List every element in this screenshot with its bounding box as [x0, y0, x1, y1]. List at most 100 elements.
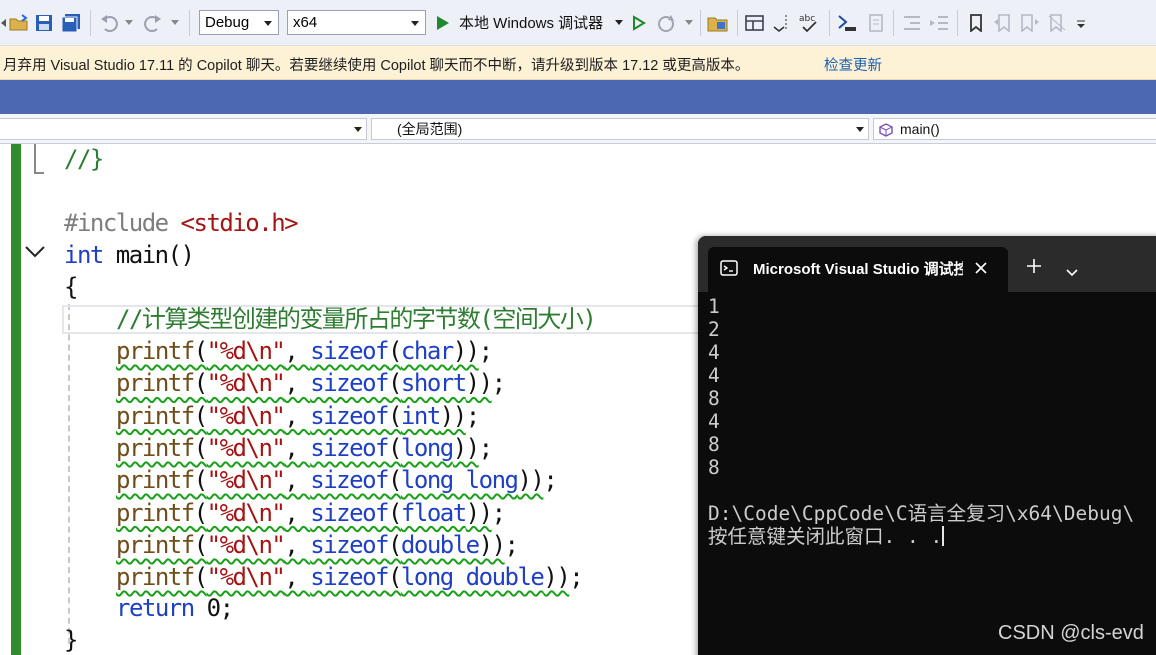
format-string: "%d\n"	[206, 466, 286, 495]
semicolon: ;	[491, 369, 506, 398]
code-line-return: return 0;	[116, 593, 234, 623]
spell-check-icon[interactable]: abc	[797, 9, 823, 37]
platform-select[interactable]: x64	[287, 10, 426, 35]
toolbar-separator	[737, 10, 738, 36]
clear-bookmarks-icon[interactable]	[1045, 9, 1069, 37]
paren: (	[387, 433, 402, 462]
printf-call: printf	[116, 337, 195, 365]
console-exit-path: D:\Code\CppCode\C语言全复习\x64\Debug\	[708, 502, 1135, 525]
sizeof-keyword: sizeof	[310, 466, 389, 495]
member-dropdown[interactable]: main()	[873, 118, 1156, 140]
code-line-main: int main()	[64, 240, 195, 270]
type-name: short	[400, 369, 467, 398]
open-folder-icon[interactable]	[8, 9, 30, 37]
console-output-line: 1	[708, 295, 720, 318]
warning-squiggle: printf("%d\n", sizeof(double))	[116, 530, 506, 559]
return-keyword: return	[116, 594, 195, 622]
hot-reload-icon[interactable]	[656, 9, 680, 37]
format-string: "%d\n"	[206, 401, 286, 430]
indent-icon[interactable]	[927, 9, 951, 37]
start-debug-icon[interactable]	[432, 9, 454, 37]
printf-call: printf	[116, 563, 195, 592]
infobar-message: 月弃用 Visual Studio 17.11 的 Copilot 聊天。若要继…	[3, 58, 750, 74]
class-icon	[879, 122, 893, 142]
breakpoint-icon[interactable]	[835, 9, 859, 37]
bookmark-icon[interactable]	[965, 9, 987, 37]
paren: ))	[517, 466, 544, 495]
int-keyword: int	[64, 241, 104, 269]
format-string: "%d\n"	[206, 498, 286, 527]
semicolon: ;	[569, 563, 583, 592]
paren: ))	[439, 401, 467, 430]
undo-dropdown-icon[interactable]	[124, 9, 134, 37]
save-icon[interactable]	[33, 9, 55, 37]
semicolon: ;	[478, 433, 493, 462]
chevron-down-icon	[354, 127, 362, 132]
solution-config-value: Debug	[205, 14, 250, 31]
warning-squiggle: printf("%d\n", sizeof(short))	[116, 369, 493, 398]
printf-call: printf	[116, 530, 195, 559]
solution-explorer-icon[interactable]	[706, 9, 730, 37]
format-icon[interactable]	[864, 9, 888, 37]
new-tab-icon[interactable]	[1026, 258, 1042, 278]
sizeof-keyword: sizeof	[310, 337, 389, 365]
type-name: int	[400, 401, 441, 430]
next-bookmark-icon[interactable]	[1018, 9, 1042, 37]
sizeof-keyword: sizeof	[310, 498, 389, 527]
comma: ,	[284, 337, 311, 365]
check-updates-link[interactable]: 检查更新	[824, 54, 882, 75]
warning-squiggle: printf("%d\n", sizeof(int))	[116, 401, 467, 430]
collapse-chevron-icon[interactable]	[24, 244, 46, 264]
main-signature: main()	[102, 241, 195, 269]
main-toolbar: Debug x64 本地 Windows 调试器 abc	[0, 0, 1156, 46]
console-output-line: 4	[708, 364, 720, 387]
copilot-deprecation-infobar: 月弃用 Visual Studio 17.11 的 Copilot 聊天。若要继…	[0, 46, 1156, 80]
toolbar-separator	[957, 10, 958, 36]
debug-console-window[interactable]: Microsoft Visual Studio 调试控制台 12448488 D…	[698, 236, 1156, 655]
printf-call: printf	[116, 401, 195, 430]
redo-dropdown-icon[interactable]	[170, 9, 180, 37]
paren: (	[193, 563, 208, 592]
start-without-debug-icon[interactable]	[629, 9, 649, 37]
window-layout-icon[interactable]	[744, 9, 766, 37]
semicolon: ;	[478, 337, 493, 365]
chevron-down-icon[interactable]	[1066, 262, 1078, 281]
paren: (	[387, 369, 402, 398]
terminal-icon	[720, 259, 738, 281]
close-icon[interactable]	[974, 260, 988, 279]
solution-config-select[interactable]: Debug	[199, 10, 279, 35]
start-debug-button[interactable]: 本地 Windows 调试器	[459, 12, 603, 33]
format-string: "%d\n"	[206, 530, 286, 559]
scope-dropdown[interactable]: (全局范围)	[371, 118, 869, 140]
code-line-printf: printf("%d\n", sizeof(float));	[116, 498, 506, 528]
code-line-printf: printf("%d\n", sizeof(long long));	[116, 465, 558, 495]
code-line-brace-close: }	[64, 626, 78, 654]
previous-bookmark-icon[interactable]	[991, 9, 1015, 37]
semicolon: ;	[465, 401, 480, 430]
hot-reload-dropdown-icon[interactable]	[684, 9, 694, 37]
paren: (	[387, 466, 402, 495]
code-line-comment-close: //}	[64, 145, 104, 173]
toolbar-overflow-arrow[interactable]	[0, 9, 8, 37]
toolbar-separator	[893, 10, 894, 36]
project-dropdown[interactable]	[0, 118, 367, 140]
console-close-prompt: 按任意键关闭此窗口. . .	[708, 525, 943, 548]
code-line-brace-open: {	[64, 273, 78, 301]
member-dropdown-value: main()	[900, 121, 940, 137]
code-line-printf: printf("%d\n", sizeof(char));	[116, 336, 493, 366]
save-all-icon[interactable]	[60, 9, 82, 37]
toolbar-options-icon[interactable]	[1074, 9, 1088, 37]
indent-guide	[68, 304, 70, 644]
run-target-dropdown-icon[interactable]	[614, 9, 624, 37]
comma: ,	[284, 466, 311, 495]
console-tab[interactable]: Microsoft Visual Studio 调试控制台	[708, 247, 1008, 292]
redo-icon[interactable]	[141, 9, 165, 37]
undo-icon[interactable]	[97, 9, 121, 37]
console-output-line: 8	[708, 387, 720, 410]
view-whitespace-icon[interactable]	[769, 9, 791, 37]
sizeof-keyword: sizeof	[310, 401, 389, 430]
paren: (	[193, 337, 208, 365]
comma: ,	[284, 563, 311, 592]
toolbar-separator	[700, 10, 701, 36]
outdent-icon[interactable]	[900, 9, 924, 37]
